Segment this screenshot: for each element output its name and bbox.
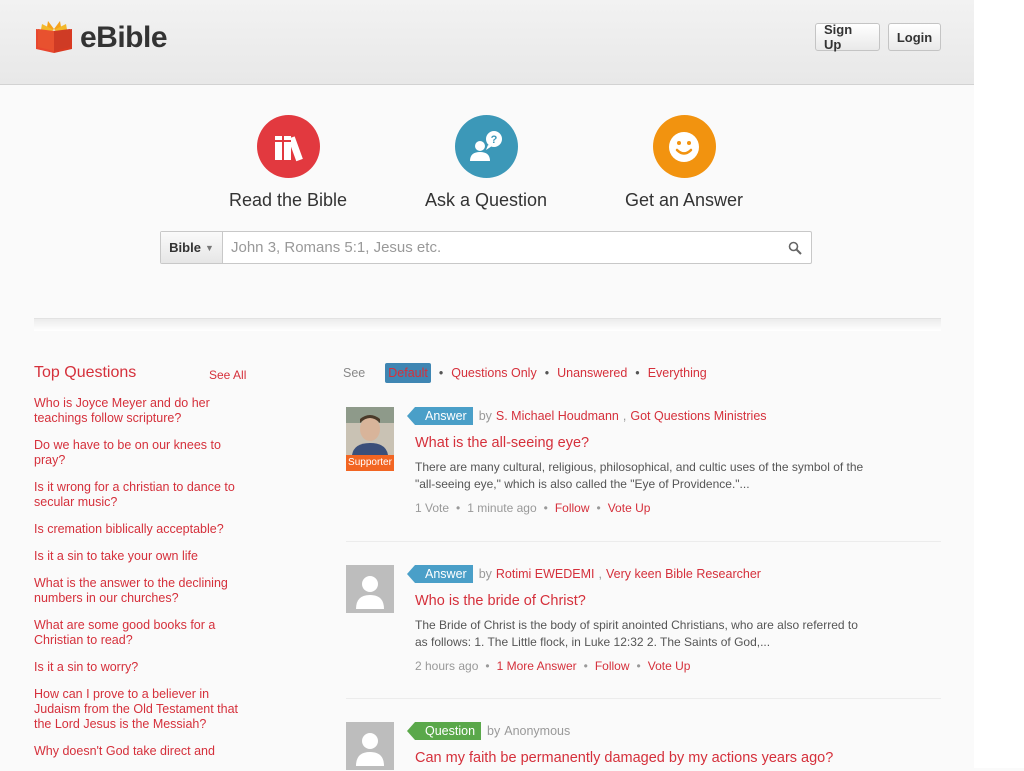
top-question-link[interactable]: How can I prove to a believer in Judaism…: [34, 687, 249, 732]
site-header: eBible Sign Up Login: [0, 0, 974, 85]
top-question-link[interactable]: Do we have to be on our knees to pray?: [34, 438, 249, 468]
answer-excerpt: The Bride of Christ is the body of spiri…: [415, 618, 858, 649]
top-question-link[interactable]: Is it a sin to take your own life: [34, 549, 249, 564]
search-scope-label: Bible: [169, 240, 201, 255]
default-user-icon: [346, 722, 394, 770]
search-input[interactable]: [223, 232, 779, 263]
answer-excerpt: There are many cultural, religious, phil…: [415, 460, 864, 491]
filter-default[interactable]: Default: [385, 363, 431, 383]
question-title-link[interactable]: What is the all-seeing eye?: [415, 435, 945, 451]
question-title-link[interactable]: Can my faith be permanently damaged by m…: [415, 750, 945, 766]
question-title-link[interactable]: Who is the bride of Christ?: [415, 593, 945, 609]
timestamp: 2 hours ago: [415, 659, 479, 673]
top-questions-sidebar: Top Questions See All Who is Joyce Meyer…: [34, 364, 249, 771]
top-question-link[interactable]: Why doesn't God take direct and: [34, 744, 249, 759]
filter-questions-only[interactable]: Questions Only: [451, 366, 536, 380]
avatar[interactable]: [346, 565, 394, 613]
more-answers-link[interactable]: 1 More Answer: [497, 659, 577, 673]
author-name: Anonymous: [504, 724, 571, 738]
section-divider: [34, 318, 941, 331]
default-user-icon: [346, 565, 394, 613]
smiley-icon: [669, 131, 699, 162]
feature-ask-label: Ask a Question: [424, 190, 548, 210]
vote-up-link[interactable]: Vote Up: [608, 501, 651, 515]
separator-dot: •: [583, 659, 588, 673]
answer-tag: Answer: [407, 407, 473, 425]
avatar[interactable]: Supporter: [346, 407, 394, 471]
top-question-link[interactable]: Is it a sin to worry?: [34, 660, 249, 675]
svg-text:?: ?: [491, 134, 498, 146]
feature-ask-question[interactable]: ? Ask a Question: [386, 115, 586, 211]
top-question-link[interactable]: Who is Joyce Meyer and do her teachings …: [34, 396, 249, 426]
vote-count: 1 Vote: [415, 501, 450, 515]
user-question-icon: ?: [470, 130, 502, 161]
sign-up-button[interactable]: Sign Up: [815, 22, 880, 52]
separator-dot: •: [485, 659, 490, 673]
feature-get-label: Get an Answer: [624, 190, 744, 210]
feature-ask-circle: ?: [454, 115, 518, 178]
see-all-link[interactable]: See All: [209, 368, 246, 382]
search-icon[interactable]: [779, 241, 811, 255]
login-button[interactable]: Login: [888, 23, 941, 51]
search-bar: Bible ▼: [160, 231, 812, 264]
avatar[interactable]: [346, 722, 394, 770]
by-label: by: [478, 567, 492, 581]
vote-up-link[interactable]: Vote Up: [648, 659, 691, 673]
separator-dot: •: [636, 659, 641, 673]
by-label: by: [478, 409, 492, 423]
top-question-link[interactable]: Is cremation biblically acceptable?: [34, 522, 249, 537]
top-questions-list: Who is Joyce Meyer and do her teachings …: [34, 396, 249, 759]
feature-read-label: Read the Bible: [228, 190, 348, 210]
separator-comma: ,: [598, 567, 602, 581]
brand-name: eBible: [80, 21, 168, 54]
open-book-logo-icon: [36, 21, 72, 53]
feature-read-bible[interactable]: Read the Bible: [188, 115, 388, 211]
separator-dot: •: [596, 501, 601, 515]
sidebar-title: Top Questions: [34, 364, 137, 381]
supporter-badge: Supporter: [346, 455, 394, 471]
feed-divider: [346, 698, 941, 699]
separator-dot: •: [544, 366, 550, 380]
search-scope-dropdown[interactable]: Bible ▼: [161, 232, 223, 263]
by-label: by: [487, 724, 501, 738]
affiliation-link[interactable]: Got Questions Ministries: [630, 409, 766, 423]
author-link[interactable]: Rotimi EWEDEMI: [496, 567, 595, 581]
separator-dot: •: [438, 366, 444, 380]
separator-comma: ,: [622, 409, 627, 423]
question-tag: Question: [406, 722, 482, 740]
filter-unanswered[interactable]: Unanswered: [557, 366, 627, 380]
top-question-link[interactable]: What is the answer to the declining numb…: [34, 576, 249, 606]
top-question-link[interactable]: Is it wrong for a christian to dance to …: [34, 480, 249, 510]
page-gutter: [974, 0, 1024, 768]
timestamp: 1 minute ago: [467, 501, 537, 515]
answer-tag: Answer: [407, 565, 473, 583]
chevron-down-icon: ▼: [204, 242, 214, 253]
logo[interactable]: eBible: [34, 18, 168, 58]
feature-get-circle: [652, 115, 716, 178]
filter-everything[interactable]: Everything: [648, 366, 707, 380]
books-icon: [275, 135, 303, 161]
feed-filter-bar: See Default • Questions Only • Unanswere…: [343, 362, 707, 384]
separator-dot: •: [635, 366, 640, 380]
top-question-link[interactable]: What are some good books for a Christian…: [34, 618, 249, 648]
user-photo-icon: [346, 407, 394, 455]
feature-read-circle: [256, 115, 320, 178]
separator-dot: •: [543, 501, 548, 515]
feed-divider: [346, 541, 941, 542]
affiliation-link[interactable]: Very keen Bible Researcher: [606, 567, 761, 581]
filter-see-label: See: [343, 366, 366, 380]
separator-dot: •: [456, 501, 461, 515]
follow-link[interactable]: Follow: [595, 659, 630, 673]
author-link[interactable]: S. Michael Houdmann: [496, 409, 619, 423]
feature-get-answer[interactable]: Get an Answer: [584, 115, 784, 211]
follow-link[interactable]: Follow: [555, 501, 590, 515]
